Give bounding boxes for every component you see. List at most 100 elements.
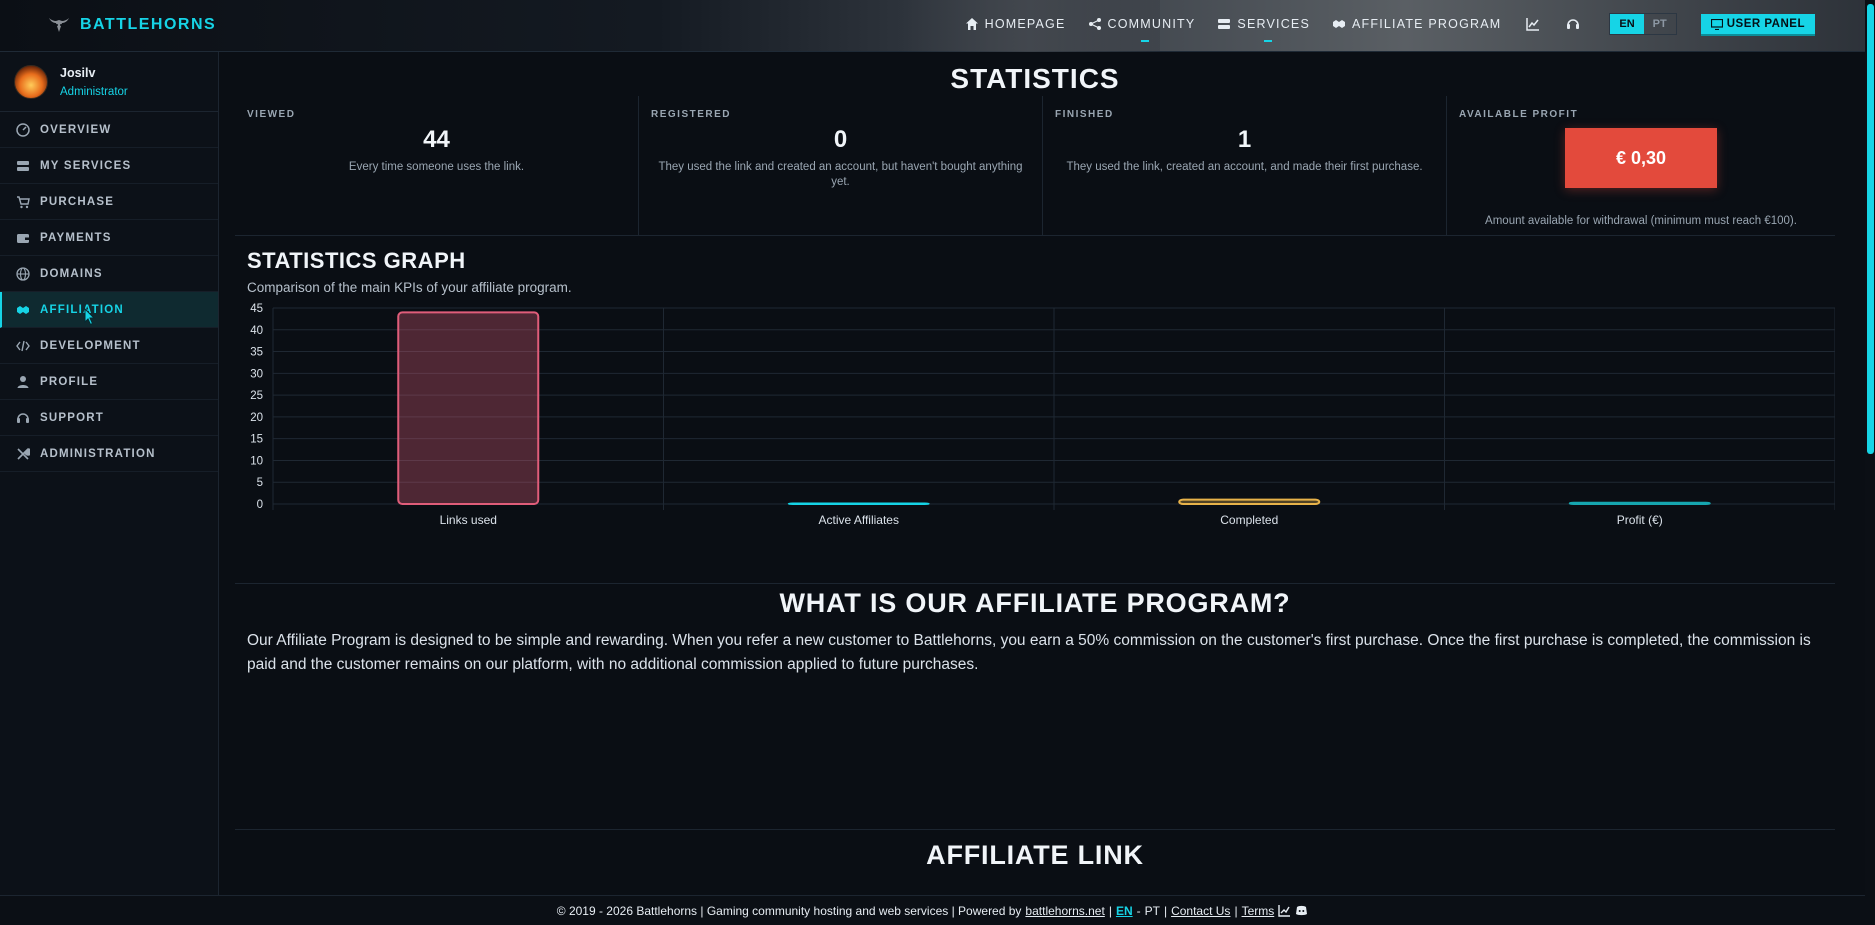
footer: © 2019 - 2026 Battlehorns | Gaming commu…: [0, 895, 1865, 925]
chart-y-tick-label: 40: [250, 325, 263, 337]
sidebar-item-my-services[interactable]: MY SERVICES: [0, 148, 218, 184]
footer-separator: |: [1163, 903, 1168, 918]
top-navbar: BATTLEHORNS HOMEPAGE COMMUNITY SERVICES …: [0, 0, 1875, 52]
sidebar-item-label: PAYMENTS: [40, 231, 112, 244]
sidebar-item-label: SUPPORT: [40, 411, 104, 424]
footer-lang-en[interactable]: EN: [1116, 904, 1133, 918]
sidebar-item-purchase[interactable]: PURCHASE: [0, 184, 218, 220]
footer-contact-link[interactable]: Contact Us: [1171, 904, 1230, 918]
chart-line-icon[interactable]: [1278, 904, 1291, 917]
footer-copyright: © 2019 - 2026 Battlehorns | Gaming commu…: [556, 903, 1022, 918]
user-panel-label: USER PANEL: [1726, 18, 1805, 30]
mouse-cursor-icon: [84, 308, 96, 326]
chart-x-tick-label: Links used: [440, 513, 497, 527]
home-icon: [965, 18, 978, 30]
nav-community-indicator: [1141, 40, 1150, 42]
chart-bar: [397, 311, 540, 505]
sidebar-item-profile[interactable]: PROFILE: [0, 364, 218, 400]
stat-label: REGISTERED: [651, 109, 732, 120]
sidebar-item-development[interactable]: DEVELOPMENT: [0, 328, 218, 364]
footer-dash: -: [1136, 903, 1141, 918]
brand[interactable]: BATTLEHORNS: [46, 12, 216, 38]
discord-icon[interactable]: [1295, 904, 1308, 917]
lang-pt-button[interactable]: PT: [1644, 14, 1676, 34]
chart-y-tick-label: 15: [250, 434, 263, 446]
chart-bar: [1568, 501, 1711, 505]
affiliate-title: WHAT IS OUR AFFILIATE PROGRAM?: [779, 588, 1291, 618]
headset-icon[interactable]: [1565, 16, 1581, 32]
chart-y-tick-label: 5: [257, 477, 263, 489]
chart-bar: [1178, 498, 1321, 505]
stat-finished: FINISHED 1 They used the link, created a…: [1043, 96, 1447, 235]
footer-terms-link[interactable]: Terms: [1242, 904, 1275, 918]
main-nav: HOMEPAGE COMMUNITY SERVICES AFFILIATE PR…: [943, 12, 1815, 42]
cart-icon: [17, 195, 30, 208]
sidebar-item-label: DEVELOPMENT: [40, 339, 141, 352]
chart-x-tick-label: Completed: [1220, 513, 1278, 527]
user-panel-button[interactable]: USER PANEL: [1700, 14, 1815, 34]
sidebar-item-overview[interactable]: OVERVIEW: [0, 112, 218, 148]
globe-icon: [16, 266, 30, 281]
stat-value: 1: [1237, 126, 1252, 153]
code-icon: [16, 340, 30, 351]
chart-y-tick-label: 0: [257, 499, 263, 511]
footer-lang-pt[interactable]: PT: [1145, 904, 1160, 918]
sidebar-item-label: DOMAINS: [40, 267, 103, 280]
graph-title: STATISTICS GRAPH: [247, 248, 466, 273]
chart-y-tick-label: 20: [250, 412, 263, 424]
page-scrollbar[interactable]: [1865, 0, 1875, 925]
withdraw-profit-button[interactable]: € 0,30: [1565, 128, 1717, 188]
server-icon: [1218, 19, 1231, 29]
server-icon: [17, 160, 29, 171]
nav-community[interactable]: COMMUNITY: [1088, 12, 1196, 42]
sidebar-item-support[interactable]: SUPPORT: [0, 400, 218, 436]
nav-services-indicator: [1263, 40, 1272, 42]
sidebar-item-label: PURCHASE: [40, 195, 115, 208]
stat-description: Every time someone uses the link.: [348, 161, 525, 173]
chart-x-tick-label: Active Affiliates: [819, 513, 899, 527]
handshake-icon: [17, 305, 29, 314]
graph-subtitle: Comparison of the main KPIs of your affi…: [247, 280, 572, 295]
sidebar-item-label: PROFILE: [40, 375, 99, 388]
stat-label: FINISHED: [1055, 109, 1114, 120]
chart-y-tick-label: 10: [250, 455, 263, 467]
sidebar: Josilv Administrator OVERVIEW MY SERVICE…: [0, 52, 219, 895]
nav-affiliate-label: AFFILIATE PROGRAM: [1352, 17, 1502, 31]
user-icon: [17, 375, 29, 388]
nav-community-label: COMMUNITY: [1107, 17, 1196, 31]
dashboard-icon: [16, 122, 30, 137]
kpi-bar-chart: 0 5 10 15 20 25 30 35 40 45 Links used Active Affil…: [250, 303, 1835, 527]
affiliate-description: Our Affiliate Program is designed to be …: [247, 632, 1811, 673]
lang-en-button[interactable]: EN: [1610, 14, 1644, 34]
sidebar-item-label: OVERVIEW: [40, 123, 112, 136]
chart-y-tick-label: 25: [250, 390, 263, 402]
statistics-graph-section: STATISTICS GRAPH Comparison of the main …: [235, 236, 1835, 584]
stat-label: AVAILABLE PROFIT: [1459, 109, 1579, 120]
scrollbar-thumb[interactable]: [1867, 4, 1874, 454]
chart-y-tick-label: 30: [250, 368, 263, 380]
sidebar-item-affiliation[interactable]: AFFILIATION: [0, 292, 218, 328]
affiliate-program-section: WHAT IS OUR AFFILIATE PROGRAM? Our Affil…: [235, 588, 1835, 830]
nav-affiliate-program[interactable]: AFFILIATE PROGRAM: [1332, 12, 1501, 36]
sidebar-item-domains[interactable]: DOMAINS: [0, 256, 218, 292]
sidebar-item-administration[interactable]: ADMINISTRATION: [0, 436, 218, 472]
bull-horns-logo-icon: [49, 18, 69, 32]
footer-powered-link[interactable]: battlehorns.net: [1025, 904, 1104, 918]
chart-line-icon[interactable]: [1525, 16, 1541, 32]
sidebar-item-payments[interactable]: PAYMENTS: [0, 220, 218, 256]
stat-description: Amount available for withdrawal (minimum…: [1485, 215, 1797, 227]
monitor-icon: [1710, 18, 1723, 30]
user-role: Administrator: [60, 85, 128, 98]
nav-services[interactable]: SERVICES: [1217, 12, 1310, 42]
stat-available-profit: AVAILABLE PROFIT € 0,30 Amount available…: [1447, 96, 1835, 235]
nav-homepage-label: HOMEPAGE: [984, 17, 1066, 31]
avatar[interactable]: [14, 64, 48, 99]
chart-y-tick-label: 35: [250, 347, 263, 359]
headset-icon: [17, 412, 29, 423]
sidebar-item-label: MY SERVICES: [40, 159, 132, 172]
main-content: STATISTICS VIEWED 44 Every time someone …: [235, 52, 1835, 871]
stat-description: They used the link, created an account, …: [1066, 161, 1423, 173]
stats-row: VIEWED 44 Every time someone uses the li…: [235, 96, 1835, 236]
nav-homepage[interactable]: HOMEPAGE: [965, 12, 1066, 36]
page-title: STATISTICS: [950, 63, 1120, 94]
